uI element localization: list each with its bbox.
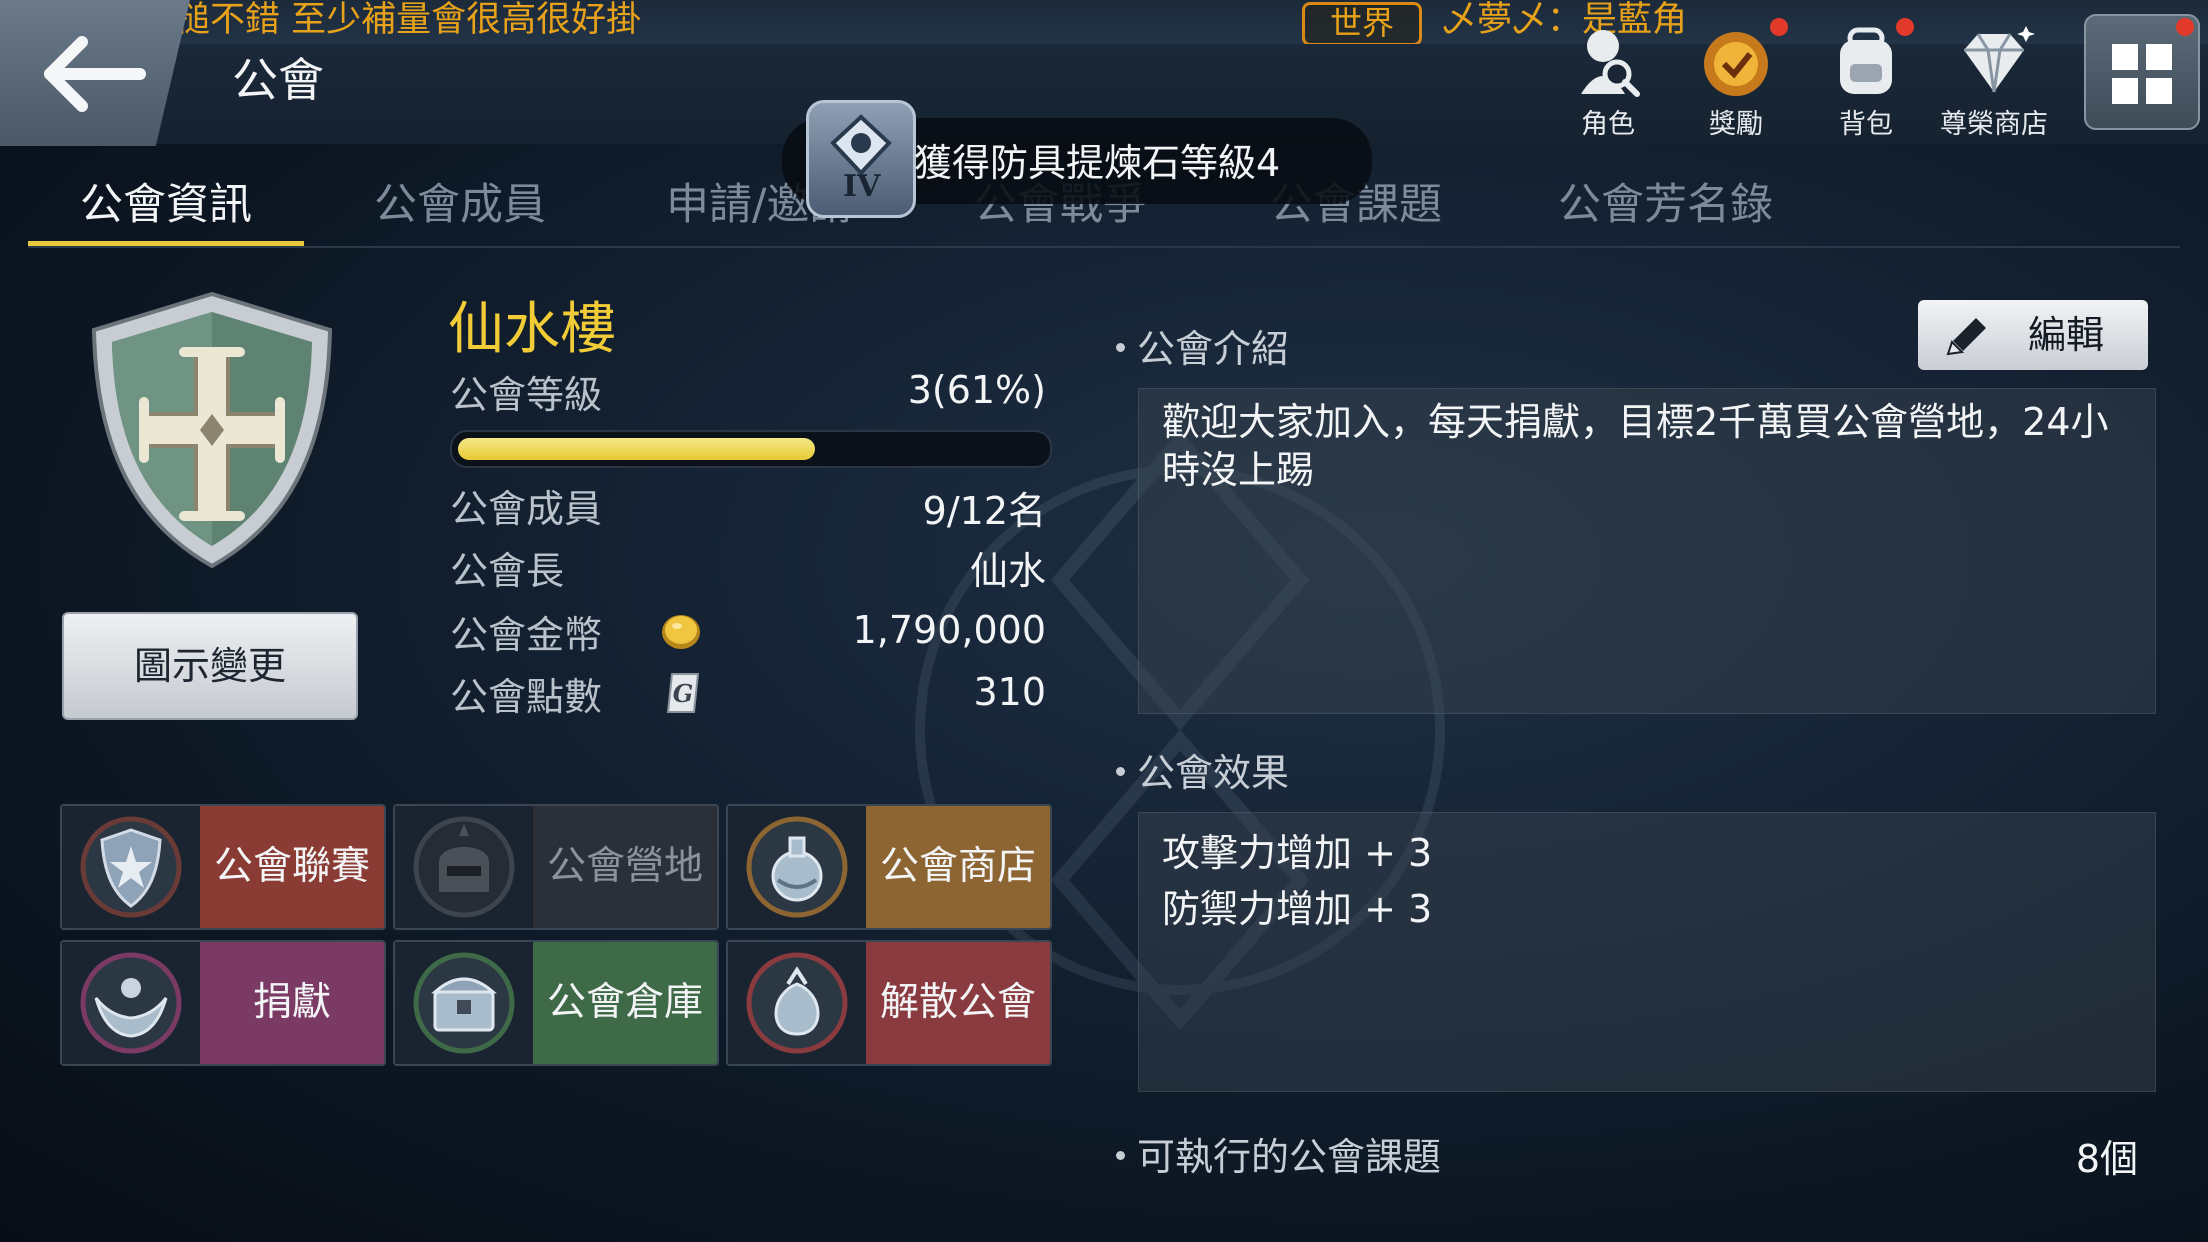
guild-camp-button[interactable]: 公會營地 [393, 804, 719, 930]
premium-shop-label: 尊榮商店 [1940, 109, 2048, 140]
reward-label: 獎勵 [1709, 109, 1763, 140]
change-crest-button[interactable]: 圖示變更 [62, 612, 358, 720]
chat-channel-tag[interactable]: 世界 [1302, 2, 1422, 46]
guild-leader-value: 仙水 [969, 549, 1046, 593]
tab-divider [28, 246, 2180, 248]
diamond-shop-icon [1964, 26, 2035, 93]
guild-effect-defense: 防禦力增加 + 3 [1162, 887, 1433, 931]
guild-storage-label: 公會倉庫 [533, 942, 717, 1064]
armor-refine-stone-icon: IV [806, 100, 916, 218]
backpack-label: 背包 [1839, 109, 1893, 140]
pencil-icon [1946, 318, 1986, 356]
disband-guild-button[interactable]: 解散公會 [726, 940, 1052, 1066]
guild-effect-attack: 攻擊力增加 + 3 [1162, 831, 1433, 875]
reward-notification-dot [1770, 18, 1788, 36]
available-quests-count: 8個 [2075, 1137, 2138, 1181]
shop-potion-icon [728, 806, 866, 928]
guild-league-label: 公會聯賽 [200, 806, 384, 928]
backpack-notification-dot [1896, 18, 1914, 36]
camp-helmet-icon [395, 806, 533, 928]
toast-message: 獲得防具提煉石等級4 [914, 141, 1281, 185]
backpack-button[interactable]: 背包 [1806, 18, 1926, 140]
guild-effects-heading-text: 公會效果 [1137, 751, 1290, 795]
svg-text:G: G [673, 679, 694, 708]
guild-crest-icon [91, 291, 333, 569]
character-label: 角色 [1581, 109, 1635, 140]
guild-members-label: 公會成員 [450, 487, 603, 531]
edit-intro-label: 編輯 [2028, 313, 2105, 357]
menu-notification-dot [2176, 18, 2194, 36]
tab-guild-info[interactable]: 公會資訊 [80, 170, 252, 232]
donate-button[interactable]: 捐獻 [60, 940, 386, 1066]
guild-level-label: 公會等級 [450, 373, 603, 417]
disband-guild-label: 解散公會 [866, 942, 1050, 1064]
guild-members-value: 9/12名 [922, 489, 1046, 533]
guild-points-value: 310 [973, 670, 1046, 714]
available-quests-heading-text: 可執行的公會課題 [1137, 1135, 1442, 1179]
character-button[interactable]: 角色 [1548, 18, 1668, 140]
back-arrow-icon [44, 36, 146, 112]
guild-effects-heading: 公會效果 [1116, 742, 1289, 797]
disband-bag-icon [728, 942, 866, 1064]
guild-intro-heading: 公會介紹 [1116, 318, 1289, 373]
reward-button[interactable]: 獎勵 [1676, 18, 1796, 140]
guild-shop-button[interactable]: 公會商店 [726, 804, 1052, 930]
guild-points-label: 公會點數 [450, 675, 603, 719]
guild-level-progress-bar [450, 430, 1052, 468]
guild-shop-label: 公會商店 [866, 806, 1050, 928]
guild-storage-button[interactable]: 公會倉庫 [393, 940, 719, 1066]
screen-title: 公會 [232, 53, 324, 107]
guild-camp-label: 公會營地 [533, 806, 717, 928]
guild-intro-text: 歡迎大家加入，每天捐獻，目標2千萬買公會營地，24小時沒上踢 [1162, 400, 2109, 492]
donate-label: 捐獻 [200, 942, 384, 1064]
storage-chest-icon [395, 942, 533, 1064]
tab-guild-honor-roll[interactable]: 公會芳名錄 [1558, 170, 1773, 232]
character-search-icon [1581, 30, 1640, 97]
available-quests-heading: 可執行的公會課題 [1116, 1126, 1441, 1181]
reward-icon [1704, 32, 1768, 96]
backpack-icon [1840, 27, 1892, 94]
premium-shop-button[interactable]: 尊榮商店 [1934, 18, 2054, 140]
league-shield-icon [62, 806, 200, 928]
guild-level-progress-fill [458, 438, 815, 460]
donate-hands-icon [62, 942, 200, 1064]
guild-gold-label: 公會金幣 [450, 613, 603, 657]
guild-point-icon: G [666, 673, 700, 713]
guild-intro-heading-text: 公會介紹 [1137, 327, 1290, 371]
guild-league-button[interactable]: 公會聯賽 [60, 804, 386, 930]
guild-level-value: 3(61%) [907, 368, 1046, 412]
tab-guild-members[interactable]: 公會成員 [374, 170, 546, 232]
refine-stone-tier: IV [843, 169, 881, 204]
guild-gold-value: 1,790,000 [852, 608, 1046, 652]
guild-leader-label: 公會長 [450, 549, 565, 593]
edit-intro-button[interactable]: 編輯 [1918, 300, 2148, 370]
gold-coin-icon [662, 615, 700, 649]
guild-name: 仙水樓 [448, 297, 616, 362]
active-tab-indicator [28, 241, 304, 246]
main-menu-button[interactable] [2084, 14, 2200, 130]
